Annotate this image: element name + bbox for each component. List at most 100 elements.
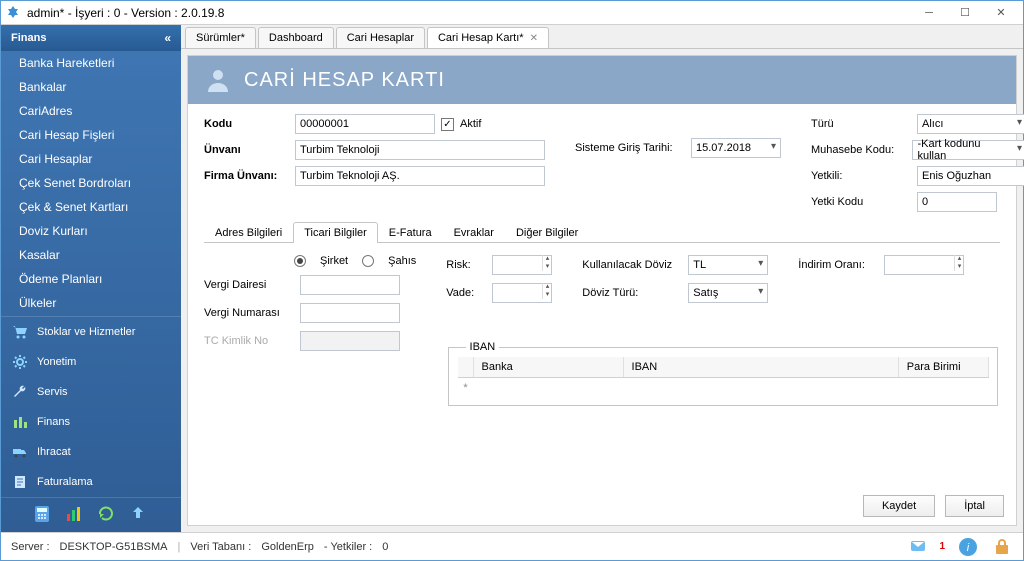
module-finans[interactable]: Finans	[1, 407, 181, 437]
close-icon[interactable]: ✕	[530, 33, 538, 44]
chart-icon[interactable]	[64, 504, 86, 526]
risk-input[interactable]	[492, 255, 552, 275]
sidebar-panel-header[interactable]: Finans «	[1, 25, 181, 51]
save-button[interactable]: Kaydet	[863, 495, 935, 517]
sirket-label: Şirket	[320, 255, 348, 267]
tree-item[interactable]: CariAdres	[1, 99, 181, 123]
module-list: Stoklar ve Hizmetler Yonetim Servis Fina…	[1, 316, 181, 497]
module-servis[interactable]: Servis	[1, 377, 181, 407]
sidebar-panel-title: Finans	[11, 32, 46, 44]
db-label: Veri Tabanı :	[190, 541, 251, 553]
tree-item[interactable]: Doviz Kurları	[1, 219, 181, 243]
tree-item[interactable]: Cari Hesaplar	[1, 147, 181, 171]
vergi-numarasi-input[interactable]	[300, 303, 400, 323]
sahis-label: Şahıs	[388, 255, 416, 267]
vade-input[interactable]	[492, 283, 552, 303]
lock-icon[interactable]	[991, 536, 1013, 558]
info-icon[interactable]: i	[957, 536, 979, 558]
indirim-input[interactable]	[884, 255, 964, 275]
tree-item[interactable]: Ödeme Planları	[1, 267, 181, 291]
minimize-button[interactable]: ─	[911, 2, 947, 24]
turu-select[interactable]: Alıcı	[917, 114, 1024, 134]
sisteme-giris-label: Sisteme Giriş Tarihi:	[575, 142, 685, 154]
finance-icon	[11, 413, 29, 431]
module-label: Servis	[37, 386, 68, 398]
page-header: CARİ HESAP KARTI	[188, 56, 1016, 104]
page: CARİ HESAP KARTI Kodu ✓ Aktif	[181, 49, 1023, 532]
new-row-icon: *	[458, 382, 474, 394]
doc-tab-active[interactable]: Cari Hesap Kartı* ✕	[427, 27, 549, 48]
firma-unvani-input[interactable]	[295, 166, 545, 186]
doc-tab-label: Cari Hesap Kartı*	[438, 32, 524, 44]
kodu-label: Kodu	[204, 118, 289, 130]
doc-tab[interactable]: Cari Hesaplar	[336, 27, 425, 48]
doc-tab-label: Dashboard	[269, 32, 323, 44]
tree-item[interactable]: Kasalar	[1, 243, 181, 267]
calculator-icon[interactable]	[32, 504, 54, 526]
aktif-label: Aktif	[460, 118, 481, 130]
sahis-radio[interactable]	[362, 255, 374, 267]
messages-icon[interactable]	[909, 536, 931, 558]
yetki-kodu-input[interactable]	[917, 192, 997, 212]
tree-item[interactable]: Çek Senet Bordroları	[1, 171, 181, 195]
muhasebe-kodu-label: Muhasebe Kodu:	[811, 144, 906, 156]
module-label: Faturalama	[37, 476, 93, 488]
vade-label: Vade:	[446, 287, 486, 299]
iban-fieldset: IBAN Banka IBAN Para Birimi	[448, 341, 998, 406]
sirket-radio[interactable]	[294, 255, 306, 267]
sub-tab[interactable]: E-Fatura	[378, 222, 443, 243]
kodu-input[interactable]	[295, 114, 435, 134]
app-icon	[5, 5, 21, 21]
muhasebe-kodu-value: -Kart kodunu kullan	[917, 138, 1008, 162]
sidebar-bottom-icons	[1, 497, 181, 532]
unvani-label: Ünvanı	[204, 144, 289, 156]
vergi-dairesi-input[interactable]	[300, 275, 400, 295]
sub-tab[interactable]: Diğer Bilgiler	[505, 222, 589, 243]
tree-item[interactable]: Banka Hareketleri	[1, 51, 181, 75]
module-faturalama[interactable]: Faturalama	[1, 467, 181, 497]
module-stoklar[interactable]: Stoklar ve Hizmetler	[1, 317, 181, 347]
yetkili-input[interactable]	[917, 166, 1024, 186]
turu-value: Alıcı	[922, 118, 943, 130]
doc-tab[interactable]: Sürümler*	[185, 27, 256, 48]
col-para[interactable]: Para Birimi	[899, 357, 989, 377]
doc-tab[interactable]: Dashboard	[258, 27, 334, 48]
refresh-icon[interactable]	[96, 504, 118, 526]
collapse-icon[interactable]: «	[164, 31, 171, 45]
col-banka[interactable]: Banka	[474, 357, 624, 377]
maximize-button[interactable]: ☐	[947, 2, 983, 24]
sub-tab-active[interactable]: Ticari Bilgiler	[293, 222, 378, 243]
grid-new-row[interactable]: *	[458, 378, 989, 398]
aktif-checkbox[interactable]: ✓	[441, 118, 454, 131]
tree-item[interactable]: Cari Hesap Fişleri	[1, 123, 181, 147]
upload-icon[interactable]	[128, 504, 150, 526]
yetki-value: 0	[382, 541, 388, 553]
unvani-input[interactable]	[295, 140, 545, 160]
doviz-turu-select[interactable]: Satış	[688, 283, 768, 303]
sub-tab[interactable]: Adres Bilgileri	[204, 222, 293, 243]
module-ihracat[interactable]: Ihracat	[1, 437, 181, 467]
tree-item[interactable]: Ülkeler	[1, 291, 181, 315]
server-label: Server :	[11, 541, 50, 553]
action-bar: Kaydet İptal	[188, 487, 1016, 525]
tree-item[interactable]: Bankalar	[1, 75, 181, 99]
cancel-button[interactable]: İptal	[945, 495, 1004, 517]
turu-label: Türü	[811, 118, 911, 130]
sisteme-giris-date[interactable]: 15.07.2018	[691, 138, 781, 158]
module-label: Stoklar ve Hizmetler	[37, 326, 135, 338]
db-value: GoldenErp	[261, 541, 314, 553]
module-yonetim[interactable]: Yonetim	[1, 347, 181, 377]
vergi-numarasi-label: Vergi Numarası	[204, 307, 294, 319]
page-title: CARİ HESAP KARTI	[244, 69, 445, 92]
module-label: Yonetim	[37, 356, 76, 368]
cart-icon	[11, 323, 29, 341]
col-iban[interactable]: IBAN	[624, 357, 899, 377]
iban-grid[interactable]: Banka IBAN Para Birimi *	[458, 357, 989, 398]
truck-icon	[11, 443, 29, 461]
tree-item[interactable]: Çek & Senet Kartları	[1, 195, 181, 219]
main-area: Sürümler* Dashboard Cari Hesaplar Cari H…	[181, 25, 1023, 532]
close-button[interactable]: ✕	[983, 2, 1019, 24]
kullanilacak-doviz-select[interactable]: TL	[688, 255, 768, 275]
sub-tab[interactable]: Evraklar	[443, 222, 505, 243]
muhasebe-kodu-select[interactable]: -Kart kodunu kullan	[912, 140, 1024, 160]
